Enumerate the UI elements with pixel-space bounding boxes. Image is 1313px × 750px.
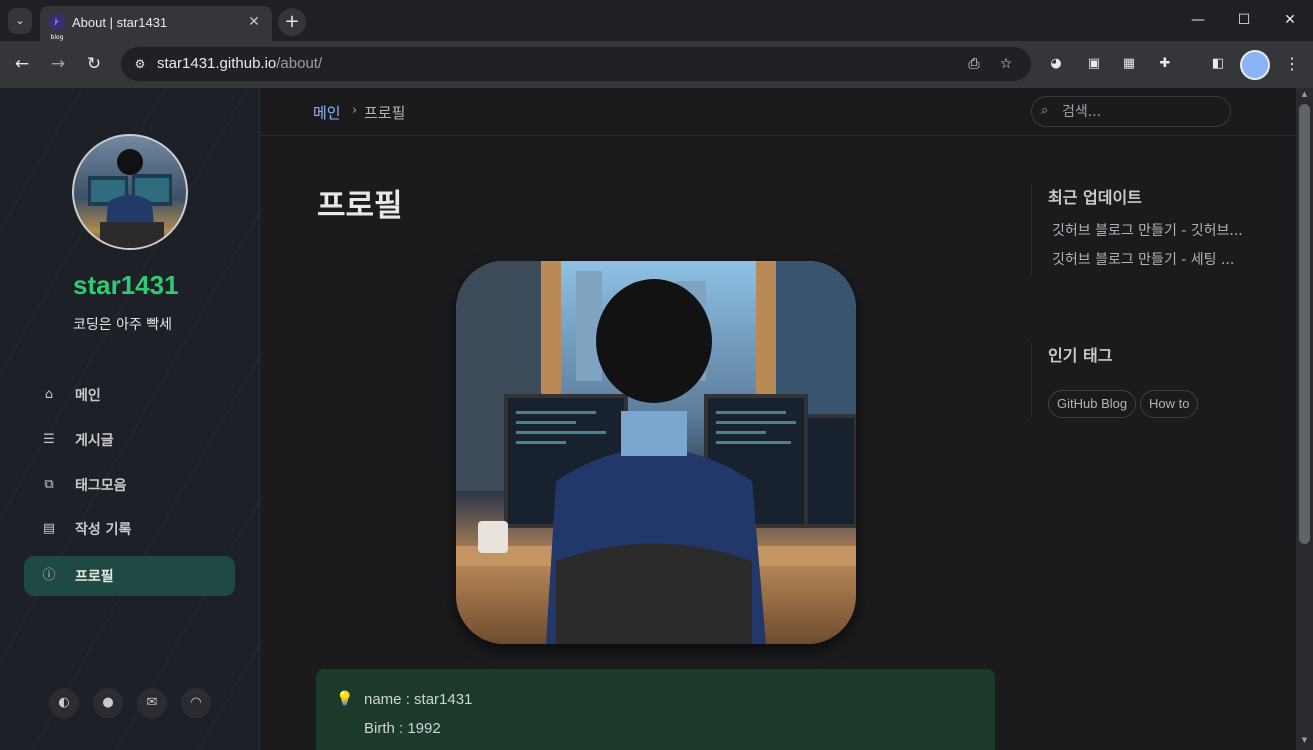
recent-update-link[interactable]: 깃허브 블로그 만들기 - 세팅 ...	[1052, 249, 1234, 269]
popular-tags-panel: 인기 태그 GitHub Blog How to	[1031, 342, 1271, 418]
sidebar-item-archives[interactable]: ▤ 작성 기록	[24, 509, 235, 549]
sidebar-item-label: 작성 기록	[75, 522, 132, 538]
install-app-icon[interactable]: ⎙	[964, 54, 984, 74]
site-title[interactable]: star1431	[73, 270, 179, 301]
recent-update-link[interactable]: 깃허브 블로그 만들기 - 깃허브...	[1052, 220, 1243, 240]
coding-scene-image	[456, 261, 856, 644]
breadcrumb-home-link[interactable]: 메인	[313, 102, 341, 123]
avatar[interactable]	[72, 134, 188, 250]
tag-how-to[interactable]: How to	[1140, 390, 1199, 418]
back-button[interactable]: ←	[8, 50, 36, 78]
close-window-button[interactable]: ✕	[1267, 8, 1313, 32]
new-tab-button[interactable]: +	[278, 8, 306, 36]
profile-avatar[interactable]	[1240, 50, 1270, 80]
scroll-up-icon[interactable]: ▲	[1299, 90, 1310, 102]
extension-icon[interactable]: ▣	[1083, 53, 1105, 75]
search-input[interactable]	[1062, 101, 1222, 123]
avatar-illustration	[88, 149, 172, 248]
reload-button[interactable]: ↻	[80, 50, 108, 78]
info-line-name: name : star1431	[364, 691, 473, 708]
profile-info-callout: 💡 name : star1431 Birth : 1992	[316, 669, 995, 750]
favicon-icon: J-blog	[49, 14, 65, 41]
sidebar-item-label: 메인	[75, 388, 101, 404]
browser-menu-icon[interactable]: ⋮	[1282, 53, 1302, 75]
browser-tab-bar: ⌄ J-blog About | star1431 ✕ + — ☐ ✕	[0, 0, 1313, 41]
address-bar[interactable]: ⚙ star1431.github.io/about/ ⎙ ☆	[121, 47, 1031, 81]
search-box[interactable]: ⌕	[1031, 96, 1231, 127]
rss-icon[interactable]: ◠	[181, 688, 211, 718]
topbar: 메인 › 프로필 ⌕	[261, 88, 1296, 136]
extension-icon[interactable]: ◕	[1045, 53, 1067, 75]
scroll-thumb[interactable]	[1299, 104, 1310, 544]
sidebar-item-profile[interactable]: ⓘ 프로필	[24, 556, 235, 596]
side-panel-icon[interactable]: ◧	[1207, 53, 1229, 75]
tab-close-icon[interactable]: ✕	[244, 12, 264, 32]
url-text[interactable]: star1431.github.io/about/	[157, 55, 322, 72]
breadcrumb-separator: ›	[352, 103, 358, 118]
theme-toggle-icon[interactable]: ◐	[49, 688, 79, 718]
maximize-button[interactable]: ☐	[1221, 8, 1267, 32]
page-title: 프로필	[317, 188, 403, 224]
web-page: star1431 코딩은 아주 빡세 ⌂ 메인 ☰ 게시글 ⧉ 태그모음 ▤ 작…	[0, 88, 1313, 750]
info-line-birth: Birth : 1992	[364, 720, 441, 737]
list-icon: ☰	[43, 432, 55, 447]
search-icon: ⌕	[1041, 103, 1049, 118]
page-scrollbar[interactable]: ▲ ▼	[1296, 88, 1313, 750]
tab-search-button[interactable]: ⌄	[8, 8, 32, 34]
sidebar: star1431 코딩은 아주 빡세 ⌂ 메인 ☰ 게시글 ⧉ 태그모음 ▤ 작…	[0, 88, 260, 750]
sidebar-item-label: 게시글	[75, 433, 114, 449]
email-icon[interactable]: ✉	[137, 688, 167, 718]
sidebar-item-home[interactable]: ⌂ 메인	[24, 375, 235, 415]
tags-icon: ⧉	[44, 477, 54, 492]
sidebar-item-label: 프로필	[75, 569, 114, 585]
github-icon[interactable]: ●	[93, 688, 123, 718]
forward-button[interactable]: →	[44, 50, 72, 78]
extensions-puzzle-icon[interactable]: ✚	[1154, 53, 1176, 75]
site-subtitle: 코딩은 아주 빡세	[73, 317, 173, 333]
extension-icon[interactable]: ▦	[1118, 53, 1140, 75]
minimize-button[interactable]: —	[1175, 8, 1221, 32]
bookmark-star-icon[interactable]: ☆	[996, 54, 1016, 74]
home-icon: ⌂	[44, 387, 54, 402]
profile-illustration	[456, 261, 856, 644]
browser-tab[interactable]: J-blog About | star1431 ✕	[40, 6, 272, 41]
tab-title: About | star1431	[72, 15, 168, 30]
main-content: 메인 › 프로필 ⌕ 프로필	[261, 88, 1296, 750]
browser-toolbar: ← → ↻ ⚙ star1431.github.io/about/ ⎙ ☆ ◕ …	[0, 41, 1313, 88]
lightbulb-icon: 💡	[336, 691, 354, 707]
recent-updates-heading: 최근 업데이트	[1048, 188, 1142, 207]
breadcrumb-current: 프로필	[364, 104, 406, 122]
archive-icon: ▤	[42, 521, 56, 536]
tag-github-blog[interactable]: GitHub Blog	[1048, 390, 1137, 418]
recent-updates-panel: 최근 업데이트 깃허브 블로그 만들기 - 깃허브... 깃허브 블로그 만들기…	[1031, 184, 1271, 276]
popular-tags-heading: 인기 태그	[1048, 346, 1113, 365]
sidebar-item-label: 태그모음	[75, 478, 127, 494]
site-info-icon[interactable]: ⚙	[130, 54, 150, 74]
scroll-down-icon[interactable]: ▼	[1299, 736, 1310, 748]
info-icon: ⓘ	[42, 568, 56, 583]
sidebar-item-posts[interactable]: ☰ 게시글	[24, 420, 235, 460]
sidebar-item-tags[interactable]: ⧉ 태그모음	[24, 465, 235, 505]
